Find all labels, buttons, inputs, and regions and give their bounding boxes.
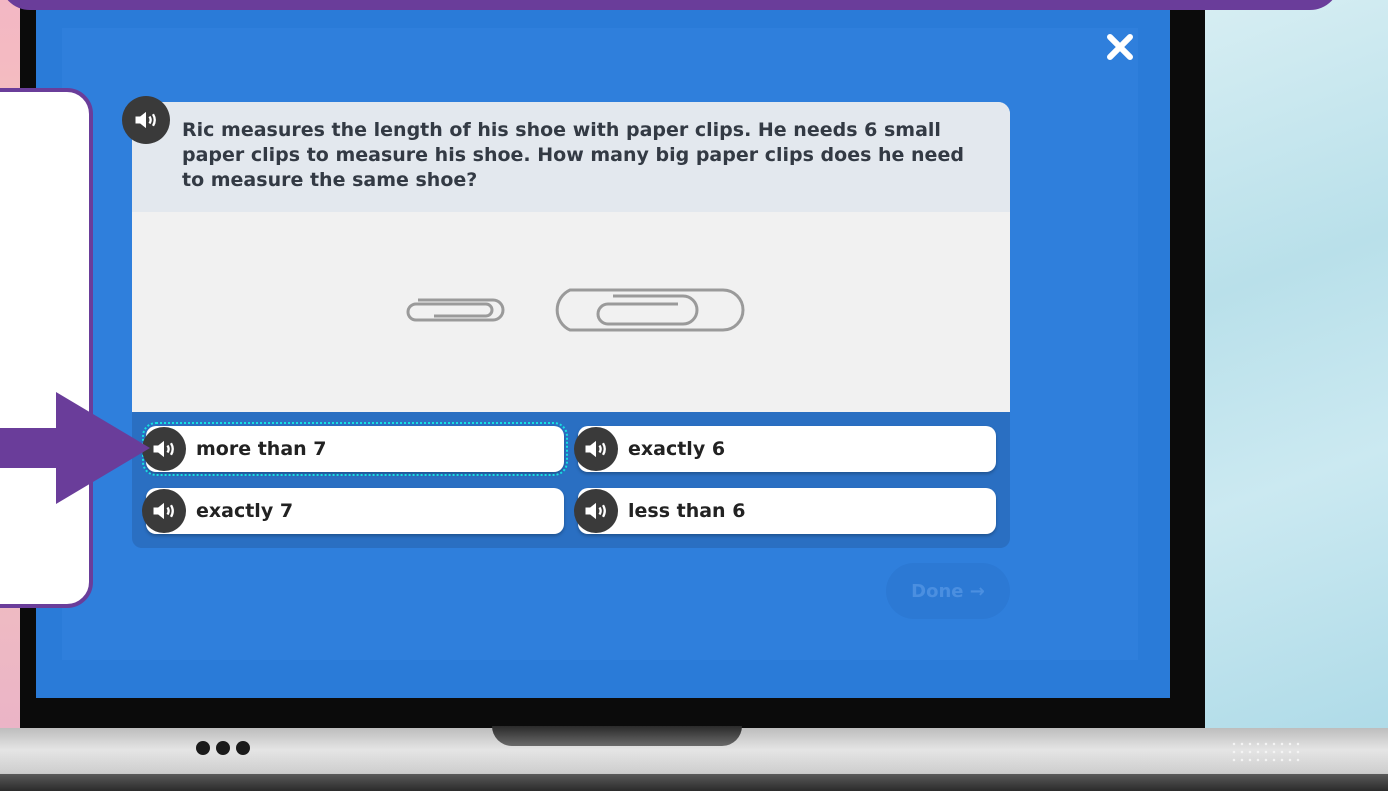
status-dots bbox=[196, 741, 250, 755]
answer-speaker-button[interactable] bbox=[574, 489, 618, 533]
arrow-icon bbox=[0, 392, 150, 504]
laptop-notch bbox=[492, 726, 742, 746]
close-icon bbox=[1107, 34, 1133, 60]
speaker-icon bbox=[585, 440, 606, 458]
answer-label: more than 7 bbox=[196, 438, 327, 460]
laptop-base-edge bbox=[0, 774, 1388, 791]
answer-option-4[interactable]: less than 6 bbox=[574, 488, 996, 534]
answer-option-3[interactable]: exactly 7 bbox=[142, 488, 564, 534]
question-text: Ric measures the length of his shoe with… bbox=[182, 119, 964, 191]
answers-tray: more than 7 exactly 6 exactly 7 less tha… bbox=[132, 412, 1010, 548]
speaker-grille bbox=[1230, 740, 1300, 766]
speaker-icon bbox=[135, 111, 156, 129]
question-header: Ric measures the length of his shoe with… bbox=[132, 102, 1010, 212]
paper-clips-illustration bbox=[406, 288, 745, 332]
dot-icon bbox=[196, 741, 210, 755]
question-card: Ric measures the length of his shoe with… bbox=[132, 102, 1010, 412]
top-banner bbox=[0, 0, 1340, 10]
close-button[interactable] bbox=[1102, 32, 1138, 68]
answer-label: less than 6 bbox=[628, 500, 746, 522]
dot-icon bbox=[216, 741, 230, 755]
answer-label: exactly 6 bbox=[628, 438, 726, 460]
dot-icon bbox=[236, 741, 250, 755]
speaker-icon bbox=[153, 502, 174, 520]
question-speaker-button[interactable] bbox=[122, 96, 170, 144]
speaker-icon bbox=[153, 440, 174, 458]
paper-clips-image bbox=[398, 282, 748, 346]
instruction-callout: u bbox=[0, 88, 93, 608]
pointer-arrow bbox=[0, 392, 152, 508]
done-button[interactable]: Done → bbox=[886, 563, 1010, 619]
answer-option-2[interactable]: exactly 6 bbox=[574, 426, 996, 472]
speaker-icon bbox=[585, 502, 606, 520]
answer-label: exactly 7 bbox=[196, 500, 294, 522]
answer-speaker-button[interactable] bbox=[574, 427, 618, 471]
right-background bbox=[1200, 0, 1388, 791]
answer-option-1[interactable]: more than 7 bbox=[142, 422, 568, 476]
